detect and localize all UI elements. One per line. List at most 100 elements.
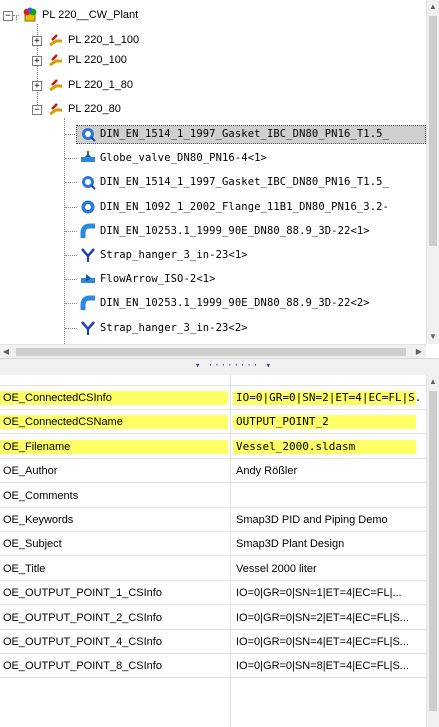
tree-item[interactable]: DIN_EN_1092_1_2002_Flange_11B1_DN80_PN16…: [0, 198, 426, 216]
tree-item[interactable]: DIN_EN_1514_1_1997_Gasket_IBC_DN80_PN16_…: [0, 173, 426, 191]
tree-line: [65, 207, 77, 208]
tree-item[interactable]: Globe_valve_DN80_PN16-4<1>: [0, 149, 426, 167]
tree-label: PL 220_100: [68, 54, 127, 66]
property-name: [3, 375, 227, 385]
scroll-left-button[interactable]: ◀: [0, 345, 12, 358]
property-row[interactable]: OE_ConnectedCSName OUTPUT_POINT_2: [0, 411, 426, 435]
tree-group-0[interactable]: + PL 220_1_100: [0, 31, 300, 49]
tree-item[interactable]: DIN_EN_10253.1_1999_90E_DN80_88.9_3D-22<…: [0, 222, 426, 240]
property-row[interactable]: [0, 375, 426, 386]
property-value[interactable]: Vessel 2000 liter: [236, 558, 424, 580]
tree-item[interactable]: DIN_EN_1514_1_1997_Gasket_IBC_DN80_PN16_…: [0, 125, 426, 144]
flow-arrow-icon: [80, 271, 96, 287]
scroll-down-button[interactable]: ▼: [427, 330, 439, 344]
tree-viewport: − PL 220__CW_Plant + PL 220_1_100 + PL 2…: [0, 0, 426, 344]
collapse-toggle[interactable]: −: [32, 105, 42, 115]
property-grid[interactable]: OE_ConnectedCSInfo IO=0|GR=0|SN=2|ET=4|EC…: [0, 375, 426, 727]
scroll-thumb[interactable]: [429, 16, 437, 246]
property-value[interactable]: IO=0|GR=0|SN=2|ET=4|EC=FL|S...: [236, 387, 424, 409]
property-name: OE_Subject: [3, 538, 62, 551]
expand-toggle[interactable]: +: [32, 36, 42, 46]
splitter-grip[interactable]: ▾ ········ ▾: [195, 361, 272, 371]
hanger-icon: [80, 320, 96, 336]
property-row[interactable]: OE_OUTPUT_POINT_1_CSInfo IO=0|GR=0|SN=1|E…: [0, 582, 426, 606]
tree-line: [65, 328, 77, 329]
tree-line: [65, 255, 77, 256]
pipeline-icon: [48, 77, 64, 93]
property-name: OE_Comments: [3, 489, 79, 502]
property-name: OE_Keywords: [3, 514, 74, 526]
scroll-thumb[interactable]: [429, 391, 437, 711]
property-value[interactable]: Vessel_2000.sldasm: [236, 436, 424, 458]
property-value[interactable]: IO=0|GR=0|SN=2|ET=4|EC=FL|S...: [236, 607, 424, 629]
tree-group-2[interactable]: + PL 220_1_80: [0, 76, 300, 94]
tree-vertical-scrollbar[interactable]: ▲ ▼: [426, 0, 439, 344]
property-name: OE_OUTPUT_POINT_4_CSInfo: [3, 636, 162, 648]
property-row[interactable]: OE_Filename Vessel_2000.sldasm: [0, 436, 426, 459]
property-value[interactable]: [236, 375, 424, 385]
tree-label: FlowArrow_ISO-2<1>: [100, 273, 216, 285]
property-row[interactable]: OE_Subject Smap3D Plant Design: [0, 533, 426, 557]
property-name: OE_ConnectedCSName: [3, 416, 123, 429]
properties-vertical-scrollbar[interactable]: ▲: [426, 375, 439, 727]
elbow-icon: [80, 295, 96, 311]
tree-label: PL 220__CW_Plant: [42, 9, 139, 21]
property-value[interactable]: IO=0|GR=0|SN=8|ET=4|EC=FL|S...: [236, 655, 424, 677]
tree-line: [65, 279, 77, 280]
expand-toggle[interactable]: +: [32, 81, 42, 91]
tree-label: PL 220_80: [68, 103, 121, 115]
tree-label: DIN_EN_10253.1_1999_90E_DN80_88.9_3D-22<…: [100, 297, 370, 309]
tree-group-3[interactable]: − PL 220_80: [0, 100, 300, 118]
property-row[interactable]: OE_Title Vessel 2000 liter: [0, 558, 426, 581]
tree-item[interactable]: Strap_hanger_3_in-23<2>: [0, 319, 426, 337]
property-row[interactable]: OE_OUTPUT_POINT_8_CSInfo IO=0|GR=0|SN=8|E…: [0, 655, 426, 679]
property-name: OE_OUTPUT_POINT_1_CSInfo: [3, 587, 162, 600]
tree-line: [13, 15, 19, 16]
property-value[interactable]: OUTPUT_POINT_2: [236, 411, 424, 433]
property-name: OE_Title: [3, 562, 46, 575]
property-value[interactable]: IO=0|GR=0|SN=1|ET=4|EC=FL|...: [236, 582, 424, 604]
scroll-up-button[interactable]: ▲: [427, 0, 439, 14]
scroll-right-button[interactable]: ▶: [413, 345, 425, 358]
tree-label: Strap_hanger_3_in-23<2>: [100, 322, 248, 334]
tree-line: [65, 303, 77, 304]
tree-label: DIN_EN_1514_1_1997_Gasket_IBC_DN80_PN16_…: [100, 176, 389, 188]
tree-item[interactable]: DIN_EN_10253.1_1999_90E_DN80_88.9_3D-22<…: [0, 294, 426, 312]
pipeline-icon: [48, 32, 64, 48]
tree-root[interactable]: − PL 220__CW_Plant: [0, 6, 300, 24]
property-value[interactable]: IO=0|GR=0|SN=4|ET=4|EC=FL|S...: [236, 631, 424, 653]
valve-icon: [80, 150, 96, 166]
property-value[interactable]: Smap3D Plant Design: [236, 533, 424, 555]
tree-horizontal-scrollbar[interactable]: ◀ ▶: [0, 344, 426, 358]
tree-label: DIN_EN_1092_1_2002_Flange_11B1_DN80_PN16…: [100, 201, 389, 213]
tree-label: DIN_EN_1514_1_1997_Gasket_IBC_DN80_PN16_…: [100, 128, 389, 140]
expand-toggle[interactable]: +: [32, 56, 42, 66]
hanger-icon: [80, 247, 96, 263]
property-name: OE_OUTPUT_POINT_8_CSInfo: [3, 660, 162, 673]
property-value[interactable]: Andy Rößler: [236, 460, 424, 482]
pane-splitter[interactable]: ▾ ········ ▾: [0, 358, 439, 376]
scroll-up-button[interactable]: ▲: [427, 375, 439, 389]
tree-label: Globe_valve_DN80_PN16-4<1>: [100, 152, 267, 164]
assembly-tree[interactable]: − PL 220__CW_Plant + PL 220_1_100 + PL 2…: [0, 0, 439, 358]
property-row[interactable]: OE_OUTPUT_POINT_2_CSInfo IO=0|GR=0|SN=2|E…: [0, 607, 426, 630]
tree-item[interactable]: FlowArrow_ISO-2<1>: [0, 270, 426, 288]
tree-line: [65, 231, 77, 232]
tree-item[interactable]: Strap_hanger_3_in-23<1>: [0, 246, 426, 264]
scroll-thumb[interactable]: [16, 348, 406, 356]
property-row[interactable]: OE_OUTPUT_POINT_4_CSInfo IO=0|GR=0|SN=4|E…: [0, 631, 426, 654]
gasket-icon: [80, 126, 96, 142]
property-row[interactable]: OE_Author Andy Rößler: [0, 460, 426, 484]
collapse-toggle[interactable]: −: [3, 11, 13, 21]
property-value[interactable]: [236, 485, 424, 507]
tree-line: [65, 182, 77, 183]
property-row[interactable]: OE_ConnectedCSInfo IO=0|GR=0|SN=2|ET=4|EC…: [0, 387, 426, 410]
assembly-icon: [22, 7, 38, 23]
gasket-icon: [80, 174, 96, 190]
elbow-icon: [80, 223, 96, 239]
property-row[interactable]: OE_Comments: [0, 485, 426, 508]
property-name: OE_Author: [3, 465, 58, 478]
property-value[interactable]: Smap3D PID and Piping Demo: [236, 509, 424, 531]
property-row[interactable]: OE_Keywords Smap3D PID and Piping Demo: [0, 509, 426, 532]
tree-group-1[interactable]: + PL 220_100: [0, 51, 300, 69]
